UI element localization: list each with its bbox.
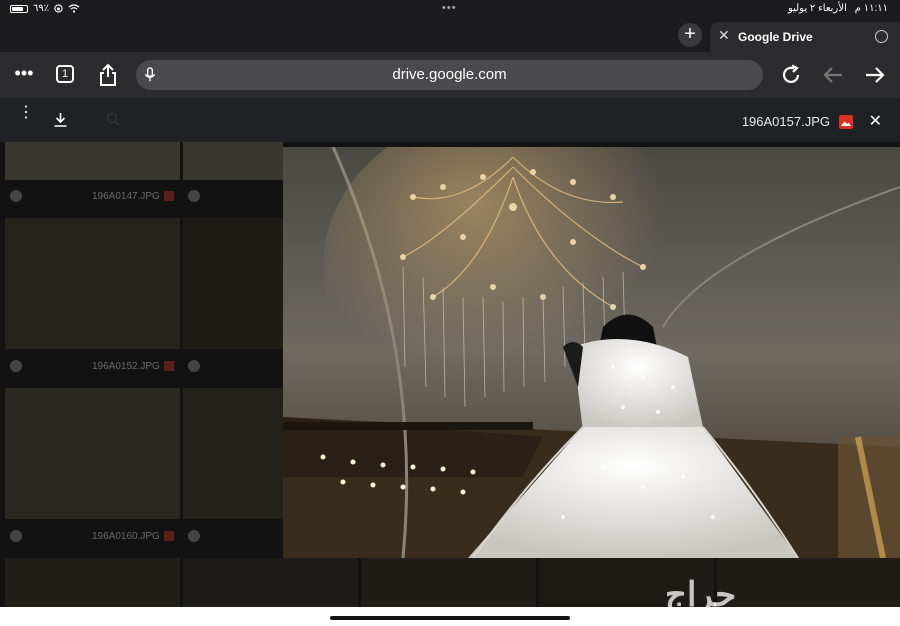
reload-icon[interactable] bbox=[780, 64, 802, 86]
image-file-icon bbox=[164, 361, 174, 371]
download-icon[interactable] bbox=[53, 112, 68, 128]
file-caption[interactable]: 196A0160.JPG bbox=[0, 524, 183, 550]
file-name: 196A0157.JPG bbox=[741, 114, 830, 129]
battery-percent: ٦٩٪ bbox=[33, 3, 50, 14]
info-icon[interactable] bbox=[188, 360, 200, 372]
file-caption[interactable] bbox=[178, 354, 283, 380]
file-name-label: 196A0160.JPG bbox=[92, 531, 160, 542]
forward-icon[interactable] bbox=[864, 65, 886, 85]
multitask-dots[interactable]: ••• bbox=[442, 2, 457, 14]
file-name-label: 196A0152.JPG bbox=[92, 361, 160, 372]
info-icon[interactable] bbox=[10, 190, 22, 202]
file-thumbnail[interactable] bbox=[5, 142, 180, 180]
wedding-dress-photo bbox=[283, 147, 900, 558]
lock-rotation-icon bbox=[54, 4, 63, 13]
wifi-icon bbox=[68, 4, 80, 13]
new-tab-icon[interactable]: + bbox=[678, 23, 702, 47]
home-indicator-bar bbox=[0, 607, 900, 626]
status-left: ٦٩٪ bbox=[10, 3, 80, 14]
file-thumbnail[interactable] bbox=[717, 558, 900, 607]
battery-icon bbox=[10, 4, 28, 13]
file-caption[interactable]: 196A0152.JPG bbox=[0, 354, 183, 380]
file-thumbnail[interactable] bbox=[183, 558, 358, 607]
file-caption[interactable] bbox=[178, 524, 283, 550]
search-icon bbox=[106, 112, 120, 126]
tab-title: Google Drive bbox=[738, 30, 813, 44]
file-thumbnail[interactable] bbox=[183, 388, 283, 519]
status-bar: ٦٩٪ ••• ١١:١١ م الأربعاء ٢ يوليو bbox=[0, 0, 900, 20]
status-right: ١١:١١ م الأربعاء ٢ يوليو bbox=[788, 3, 888, 14]
share-icon[interactable] bbox=[98, 63, 118, 87]
back-icon[interactable] bbox=[822, 65, 844, 85]
drive-viewer-bar: ⋮ 196A0157.JPG ✕ bbox=[0, 98, 900, 142]
info-icon[interactable] bbox=[10, 360, 22, 372]
file-thumbnail[interactable] bbox=[183, 218, 283, 349]
status-date: الأربعاء ٢ يوليو bbox=[787, 3, 847, 14]
tab-count: 1 bbox=[61, 68, 69, 80]
file-caption[interactable]: 196A0147.JPG bbox=[0, 184, 183, 210]
info-icon[interactable] bbox=[188, 190, 200, 202]
close-icon[interactable]: ✕ bbox=[869, 111, 882, 131]
file-name-label: 196A0147.JPG bbox=[92, 191, 160, 202]
tab-bar: + ✕ Google Drive bbox=[0, 20, 900, 52]
home-indicator[interactable] bbox=[330, 616, 570, 620]
tab-google-drive[interactable]: ✕ Google Drive bbox=[710, 22, 900, 52]
file-thumbnail[interactable] bbox=[5, 388, 180, 519]
file-caption[interactable] bbox=[178, 184, 283, 210]
browser-toolbar: ••• 1 drive.google.com bbox=[0, 52, 900, 98]
tabs-icon[interactable]: 1 bbox=[56, 65, 74, 83]
kebab-menu-icon[interactable]: ⋮ bbox=[18, 105, 34, 121]
info-icon[interactable] bbox=[188, 530, 200, 542]
globe-icon bbox=[875, 30, 888, 43]
photo-preview[interactable] bbox=[283, 147, 900, 558]
status-time: ١١:١١ م bbox=[854, 3, 888, 14]
file-thumbnail[interactable] bbox=[5, 218, 180, 349]
info-icon[interactable] bbox=[10, 530, 22, 542]
file-thumbnail[interactable] bbox=[361, 558, 536, 607]
image-file-icon bbox=[164, 531, 174, 541]
more-icon[interactable]: ••• bbox=[12, 64, 36, 82]
url-text[interactable]: drive.google.com bbox=[136, 66, 763, 83]
image-file-icon bbox=[839, 115, 853, 129]
file-thumbnail[interactable] bbox=[5, 558, 180, 607]
file-thumbnail[interactable] bbox=[183, 142, 283, 180]
image-file-icon bbox=[164, 191, 174, 201]
address-bar[interactable]: drive.google.com bbox=[136, 60, 763, 90]
close-tab-icon[interactable]: ✕ bbox=[718, 27, 730, 44]
